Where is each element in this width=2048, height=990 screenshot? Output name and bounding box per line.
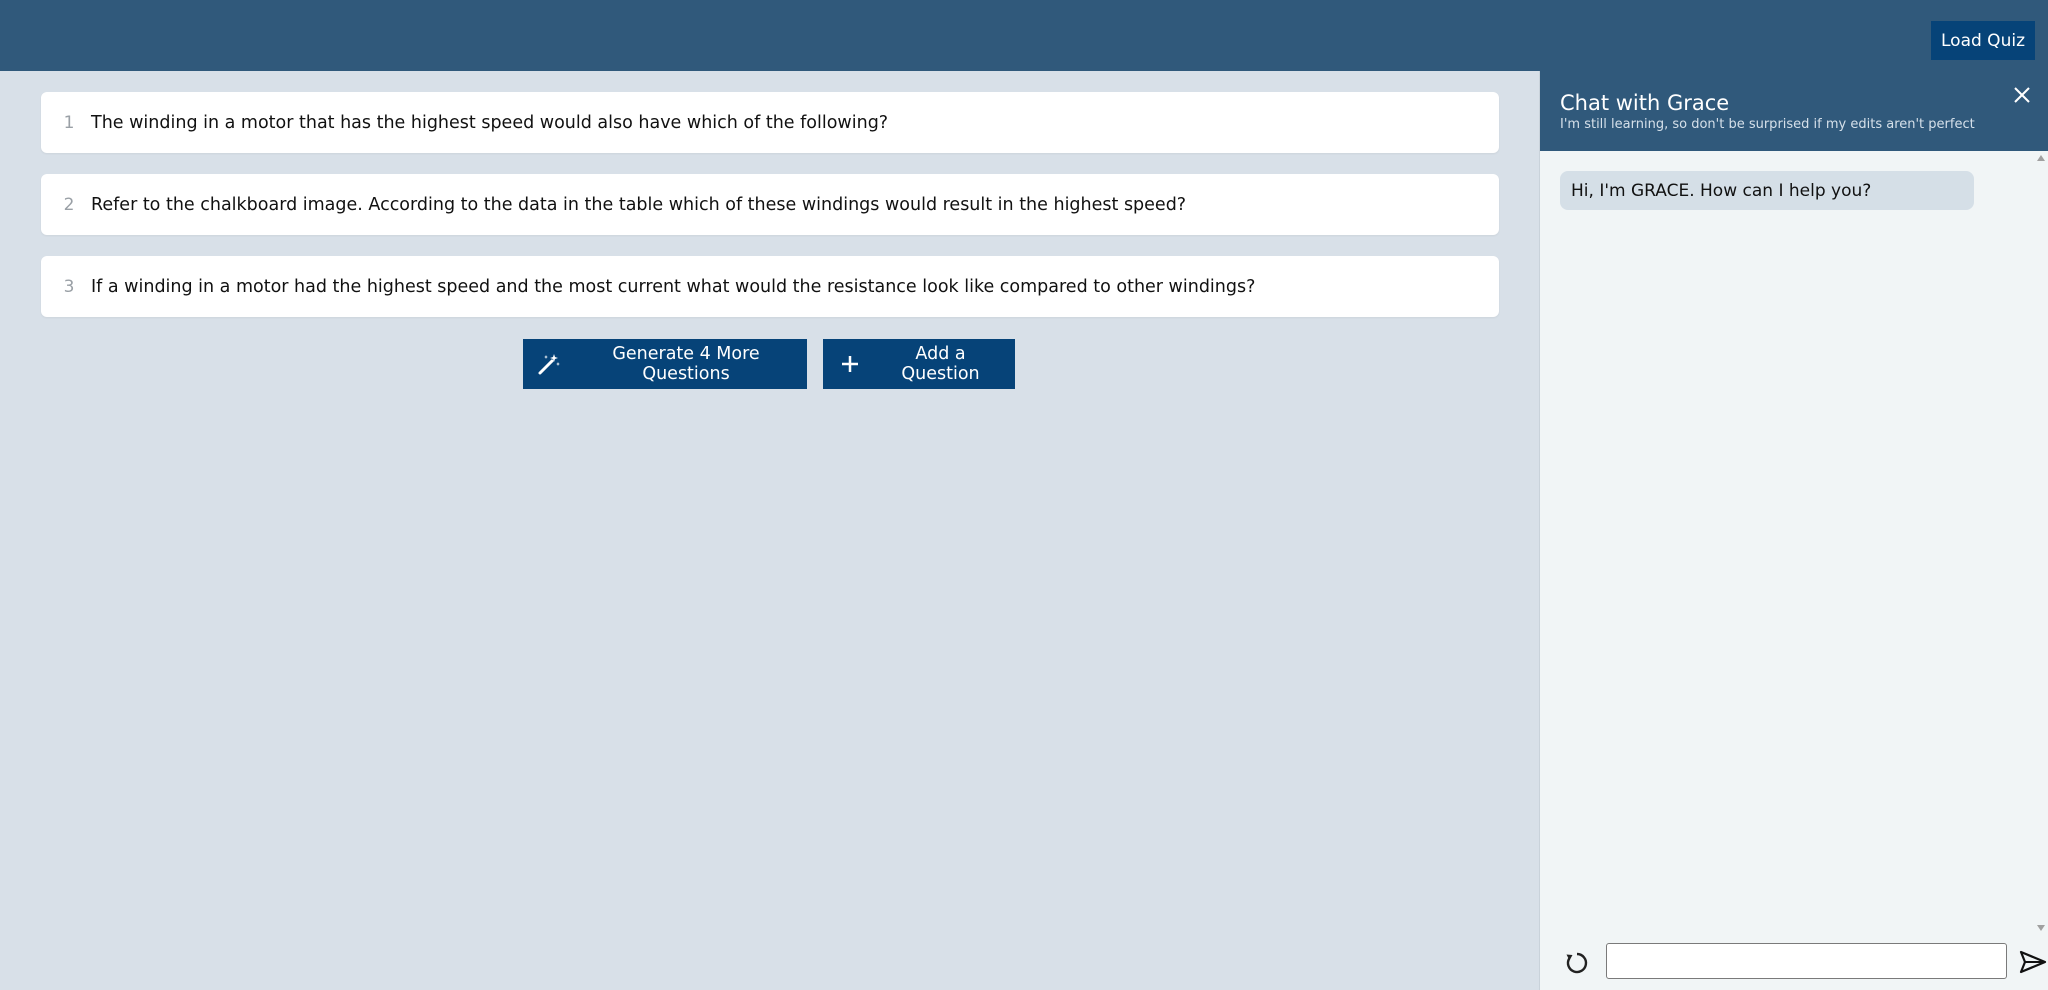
send-icon[interactable] xyxy=(2018,948,2048,976)
scroll-up-icon[interactable] xyxy=(2037,155,2045,161)
question-card[interactable]: 1 The winding in a motor that has the hi… xyxy=(41,92,1499,153)
question-card[interactable]: 2 Refer to the chalkboard image. Accordi… xyxy=(41,174,1499,235)
question-number: 1 xyxy=(63,112,75,133)
chat-panel: Chat with Grace I'm still learning, so d… xyxy=(1539,71,2048,990)
assistant-message: Hi, I'm GRACE. How can I help you? xyxy=(1560,171,1974,210)
chat-subtitle: I'm still learning, so don't be surprise… xyxy=(1560,117,1975,132)
question-text: The winding in a motor that has the high… xyxy=(91,112,889,133)
plus-icon xyxy=(837,351,862,377)
chat-input[interactable] xyxy=(1606,943,2007,979)
add-question-label: Add a Question xyxy=(901,344,980,384)
top-bar: Load Quiz xyxy=(0,0,2048,71)
question-text: Refer to the chalkboard image. According… xyxy=(91,194,1187,215)
question-list: 1 The winding in a motor that has the hi… xyxy=(41,92,1499,338)
quiz-editor: 1 The winding in a motor that has the hi… xyxy=(0,71,1539,990)
generate-questions-button[interactable]: Generate 4 More Questions xyxy=(523,339,807,389)
chat-messages: Hi, I'm GRACE. How can I help you? xyxy=(1540,151,2048,931)
load-quiz-button[interactable]: Load Quiz xyxy=(1931,21,2035,60)
question-card[interactable]: 3 If a winding in a motor had the highes… xyxy=(41,256,1499,317)
add-question-button[interactable]: Add a Question xyxy=(823,339,1015,389)
chat-scrollbar[interactable] xyxy=(2034,151,2048,931)
chat-footer xyxy=(1540,931,2048,990)
generate-questions-label: Generate 4 More Questions xyxy=(612,344,760,384)
close-icon[interactable] xyxy=(2010,83,2034,107)
chat-header: Chat with Grace I'm still learning, so d… xyxy=(1540,71,2048,151)
refresh-icon[interactable] xyxy=(1562,948,1592,978)
question-text: If a winding in a motor had the highest … xyxy=(91,276,1256,297)
question-number: 3 xyxy=(63,276,75,297)
magic-wand-icon xyxy=(537,351,561,377)
chat-title: Chat with Grace xyxy=(1560,91,1730,115)
question-actions: Generate 4 More Questions Add a Question xyxy=(523,339,1015,389)
question-number: 2 xyxy=(63,194,75,215)
